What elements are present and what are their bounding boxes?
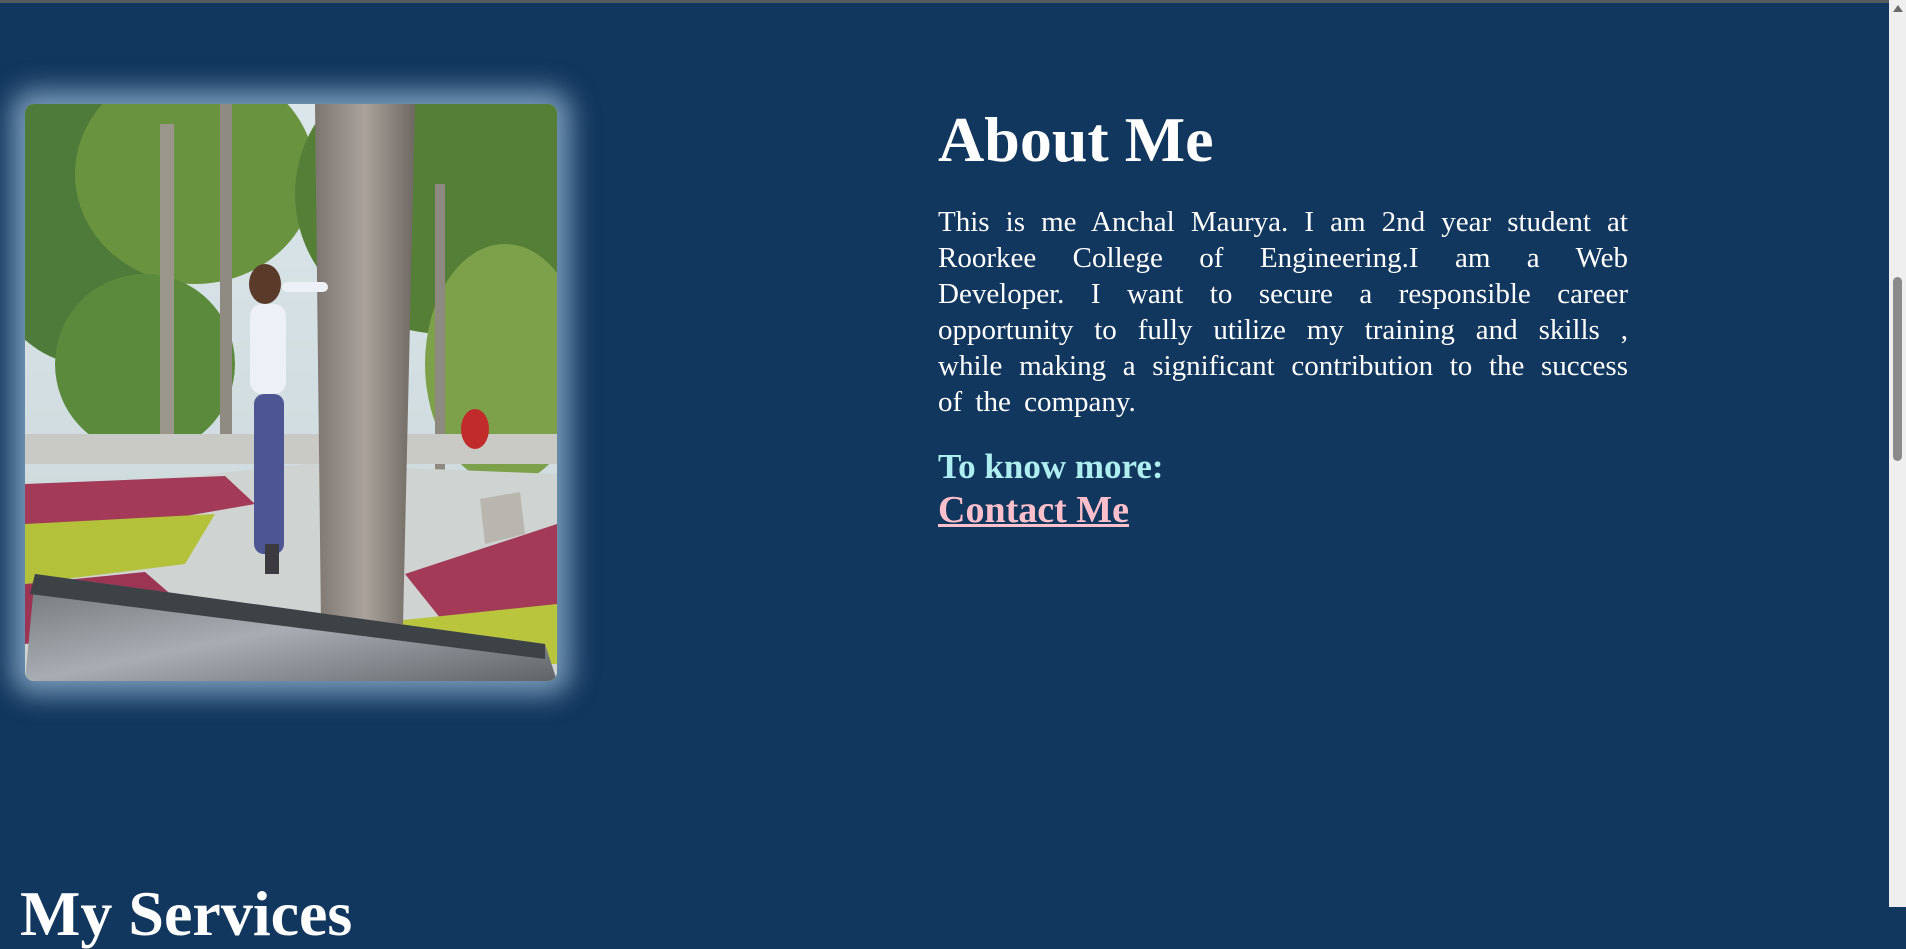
- vertical-scrollbar[interactable]: [1889, 0, 1906, 907]
- window-top-border: [0, 0, 1906, 3]
- services-heading: My Services: [20, 878, 353, 949]
- about-heading: About Me: [938, 104, 1214, 175]
- about-bio: This is me Anchal Maurya. I am 2nd year …: [938, 206, 1628, 418]
- about-section: About Me This is me Anchal Maurya. I am …: [938, 100, 1628, 532]
- profile-photo: [25, 104, 557, 681]
- contact-me-link[interactable]: Contact Me: [938, 488, 1129, 532]
- know-more-label: To know more:: [938, 447, 1164, 486]
- scrollbar-thumb[interactable]: [1893, 277, 1902, 461]
- scroll-up-arrow-icon[interactable]: [1893, 5, 1903, 12]
